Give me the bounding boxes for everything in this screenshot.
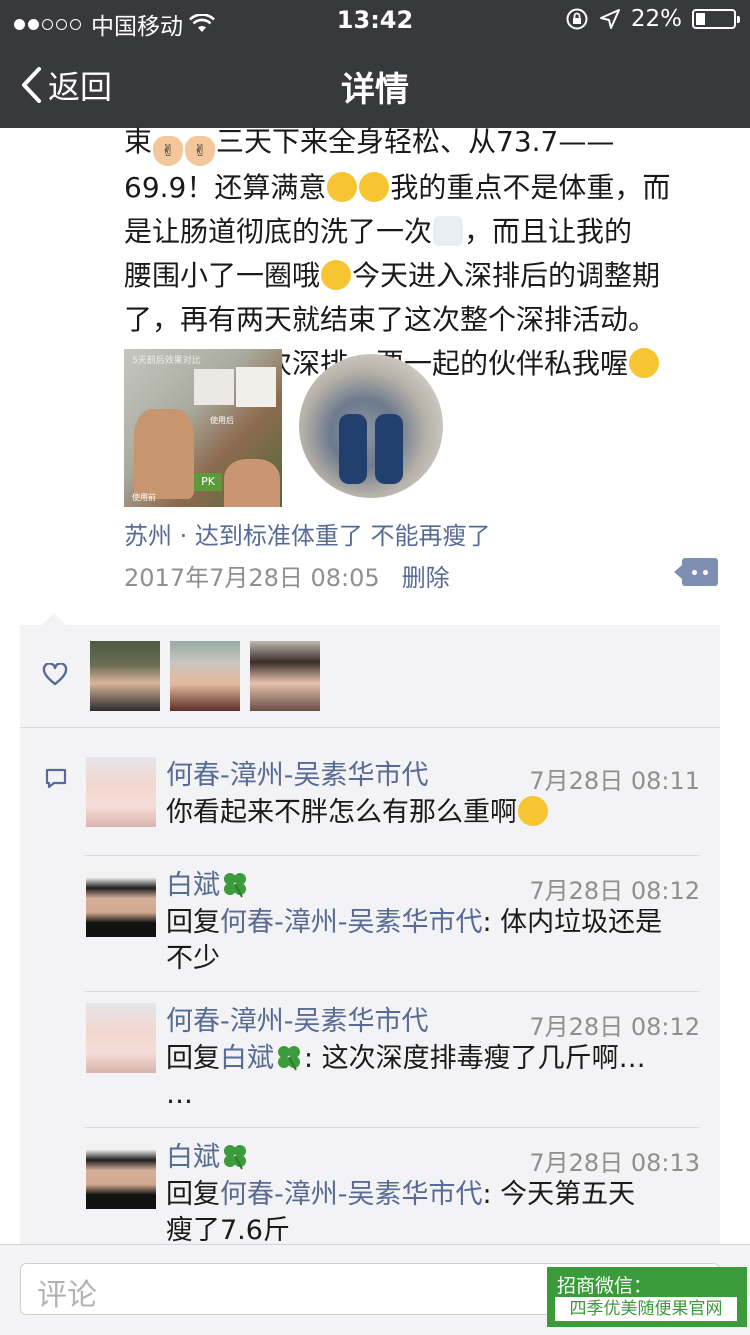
comment-author[interactable]: 白斌	[166, 1135, 250, 1174]
photo-before-label: 使用前	[132, 493, 156, 502]
post-location[interactable]: 苏州 · 达到标准体重了 不能再瘦了	[124, 516, 491, 551]
comment-time: 7月28日 08:11	[529, 767, 700, 795]
post-line: 69.9！还算满意 我的重点不是体重，而	[124, 166, 724, 210]
comment-avatar[interactable]	[86, 1139, 156, 1209]
comment-avatar[interactable]	[86, 757, 156, 827]
post-text-segment: 我的重点不是体重，而	[390, 171, 671, 204]
bathtub-emoji-icon	[433, 216, 464, 246]
comment-body: : 体内垃圾还是	[482, 907, 663, 938]
reply-target[interactable]: 何春-漳州-吴素华市代	[220, 907, 483, 938]
reply-prefix: 回复	[166, 1179, 220, 1210]
status-bar: 中国移动 13:42 22%	[0, 0, 750, 40]
battery-icon	[692, 9, 740, 29]
comment-divider	[84, 855, 700, 856]
laugh-cry-emoji-icon	[518, 796, 548, 826]
reply-target[interactable]: 白斌	[220, 1043, 304, 1074]
photo-foot	[375, 414, 403, 484]
watermark-line2: 四季优美随便果官网	[555, 1297, 737, 1321]
lock-rotation-icon	[566, 8, 588, 30]
grin-emoji-icon	[629, 348, 660, 378]
clover-icon	[224, 1145, 246, 1170]
post-date: 2017年7月28日 08:05	[124, 564, 380, 592]
post-text-segment: 是让肠道彻底的洗了一次	[124, 215, 433, 248]
post-text-segment: 今天进入深排后的调整期	[352, 259, 661, 292]
post-text-segment: 腰围小了一圈哦	[124, 259, 321, 292]
post-meta: 2017年7月28日 08:05 删除	[124, 558, 450, 593]
status-right: 22%	[565, 6, 740, 32]
page-title: 详情	[341, 70, 409, 110]
comment-author[interactable]: 何春-漳州-吴素华市代	[166, 999, 429, 1038]
likes-row	[20, 625, 720, 728]
comment-avatar[interactable]	[86, 867, 156, 937]
top-bar: 中国移动 13:42 22% 返回 详情	[0, 0, 750, 128]
photo-box	[194, 369, 234, 405]
comment-body: 你看起来不胖怎么有那么重啊	[166, 797, 517, 828]
clover-icon	[224, 873, 246, 898]
more-dot	[703, 570, 708, 575]
photo-caption: 5天前后效果对比	[132, 356, 201, 366]
post-text: 束 ✌ ✌ 三天下来全身轻松、从73.7—— 69.9！还算满意 我的重点不是体重，而 …	[124, 120, 724, 386]
reply-prefix: 回复	[166, 1043, 220, 1074]
post-text-segment: 三天下来全身轻松、从73.7——	[216, 125, 615, 158]
comment-icon	[45, 768, 67, 789]
photo-pk-badge: PK	[194, 473, 222, 491]
comment-body-cont: …	[166, 1079, 193, 1110]
battery-percent: 22%	[630, 6, 682, 32]
comment-body-cont: 不少	[166, 943, 220, 974]
like-avatar[interactable]	[170, 641, 240, 711]
smile-emoji-icon	[359, 172, 390, 202]
comment-divider	[84, 991, 700, 992]
comment-author-name: 白斌	[166, 870, 220, 901]
comment-body: : 今天第五天	[482, 1179, 636, 1210]
photo-foot	[339, 414, 367, 484]
comment-divider	[84, 1127, 700, 1128]
post-text-segment: 69.9！还算满意	[124, 171, 327, 204]
watermark: 招商微信：zmmhao88 四季优美随便果官网	[547, 1267, 747, 1327]
comment-body: : 这次深度排毒瘦了几斤啊…	[304, 1043, 646, 1074]
photo-after-label: 使用后	[210, 416, 234, 425]
comment-time: 7月28日 08:12	[529, 877, 700, 905]
reply-target-name: 白斌	[220, 1043, 274, 1074]
victory-hand-icon: ✌	[185, 136, 216, 166]
like-avatar[interactable]	[90, 641, 160, 711]
comment-avatar[interactable]	[86, 1003, 156, 1073]
comment-text: 你看起来不胖怎么有那么重啊	[166, 795, 706, 831]
post-photo-scale[interactable]	[299, 354, 443, 498]
post-line: 是让肠道彻底的洗了一次 ，而且让我的	[124, 210, 724, 254]
post-line: 了，再有两天就结束了这次整个深排活动。	[124, 303, 657, 336]
delete-button[interactable]: 删除	[402, 558, 450, 593]
post-text-segment: ，而且让我的	[464, 215, 633, 248]
comment-author-name: 白斌	[166, 1142, 220, 1173]
clover-icon	[278, 1046, 300, 1071]
reply-prefix: 回复	[166, 907, 220, 938]
comment-body-cont: 瘦了7.6斤	[166, 1215, 290, 1246]
photo-body	[224, 459, 280, 507]
comment-text: 回复何春-漳州-吴素华市代: 体内垃圾还是不少	[166, 905, 706, 977]
victory-hand-icon: ✌	[153, 136, 184, 166]
comment-section: 何春-漳州-吴素华市代 7月28日 08:11 你看起来不胖怎么有那么重啊 白斌…	[20, 613, 720, 1265]
comment-text: 回复何春-漳州-吴素华市代: 今天第五天瘦了7.6斤	[166, 1177, 706, 1249]
more-icon[interactable]	[674, 558, 718, 586]
comment-text: 回复白斌 : 这次深度排毒瘦了几斤啊… …	[166, 1041, 706, 1113]
reply-target[interactable]: 何春-漳州-吴素华市代	[220, 1179, 483, 1210]
photo-box	[236, 367, 276, 407]
location-arrow-icon	[599, 9, 620, 29]
comment-time: 7月28日 08:13	[529, 1149, 700, 1177]
thinking-emoji-icon	[321, 260, 352, 290]
comment-author[interactable]: 白斌	[166, 863, 250, 902]
photo-body	[134, 409, 194, 499]
post-photo-comparison[interactable]: 5天前后效果对比 使用后 PK 使用前	[124, 349, 282, 507]
smile-emoji-icon	[327, 172, 358, 202]
post-text-segment: 束	[124, 125, 153, 158]
like-avatar[interactable]	[250, 641, 320, 711]
post-line: 腰围小了一圈哦 今天进入深排后的调整期	[124, 254, 724, 298]
heart-icon	[42, 663, 68, 686]
comment-author[interactable]: 何春-漳州-吴素华市代	[166, 753, 429, 792]
post-line: 束 ✌ ✌ 三天下来全身轻松、从73.7——	[124, 120, 724, 166]
more-dot	[692, 570, 697, 575]
comment-time: 7月28日 08:12	[529, 1013, 700, 1041]
